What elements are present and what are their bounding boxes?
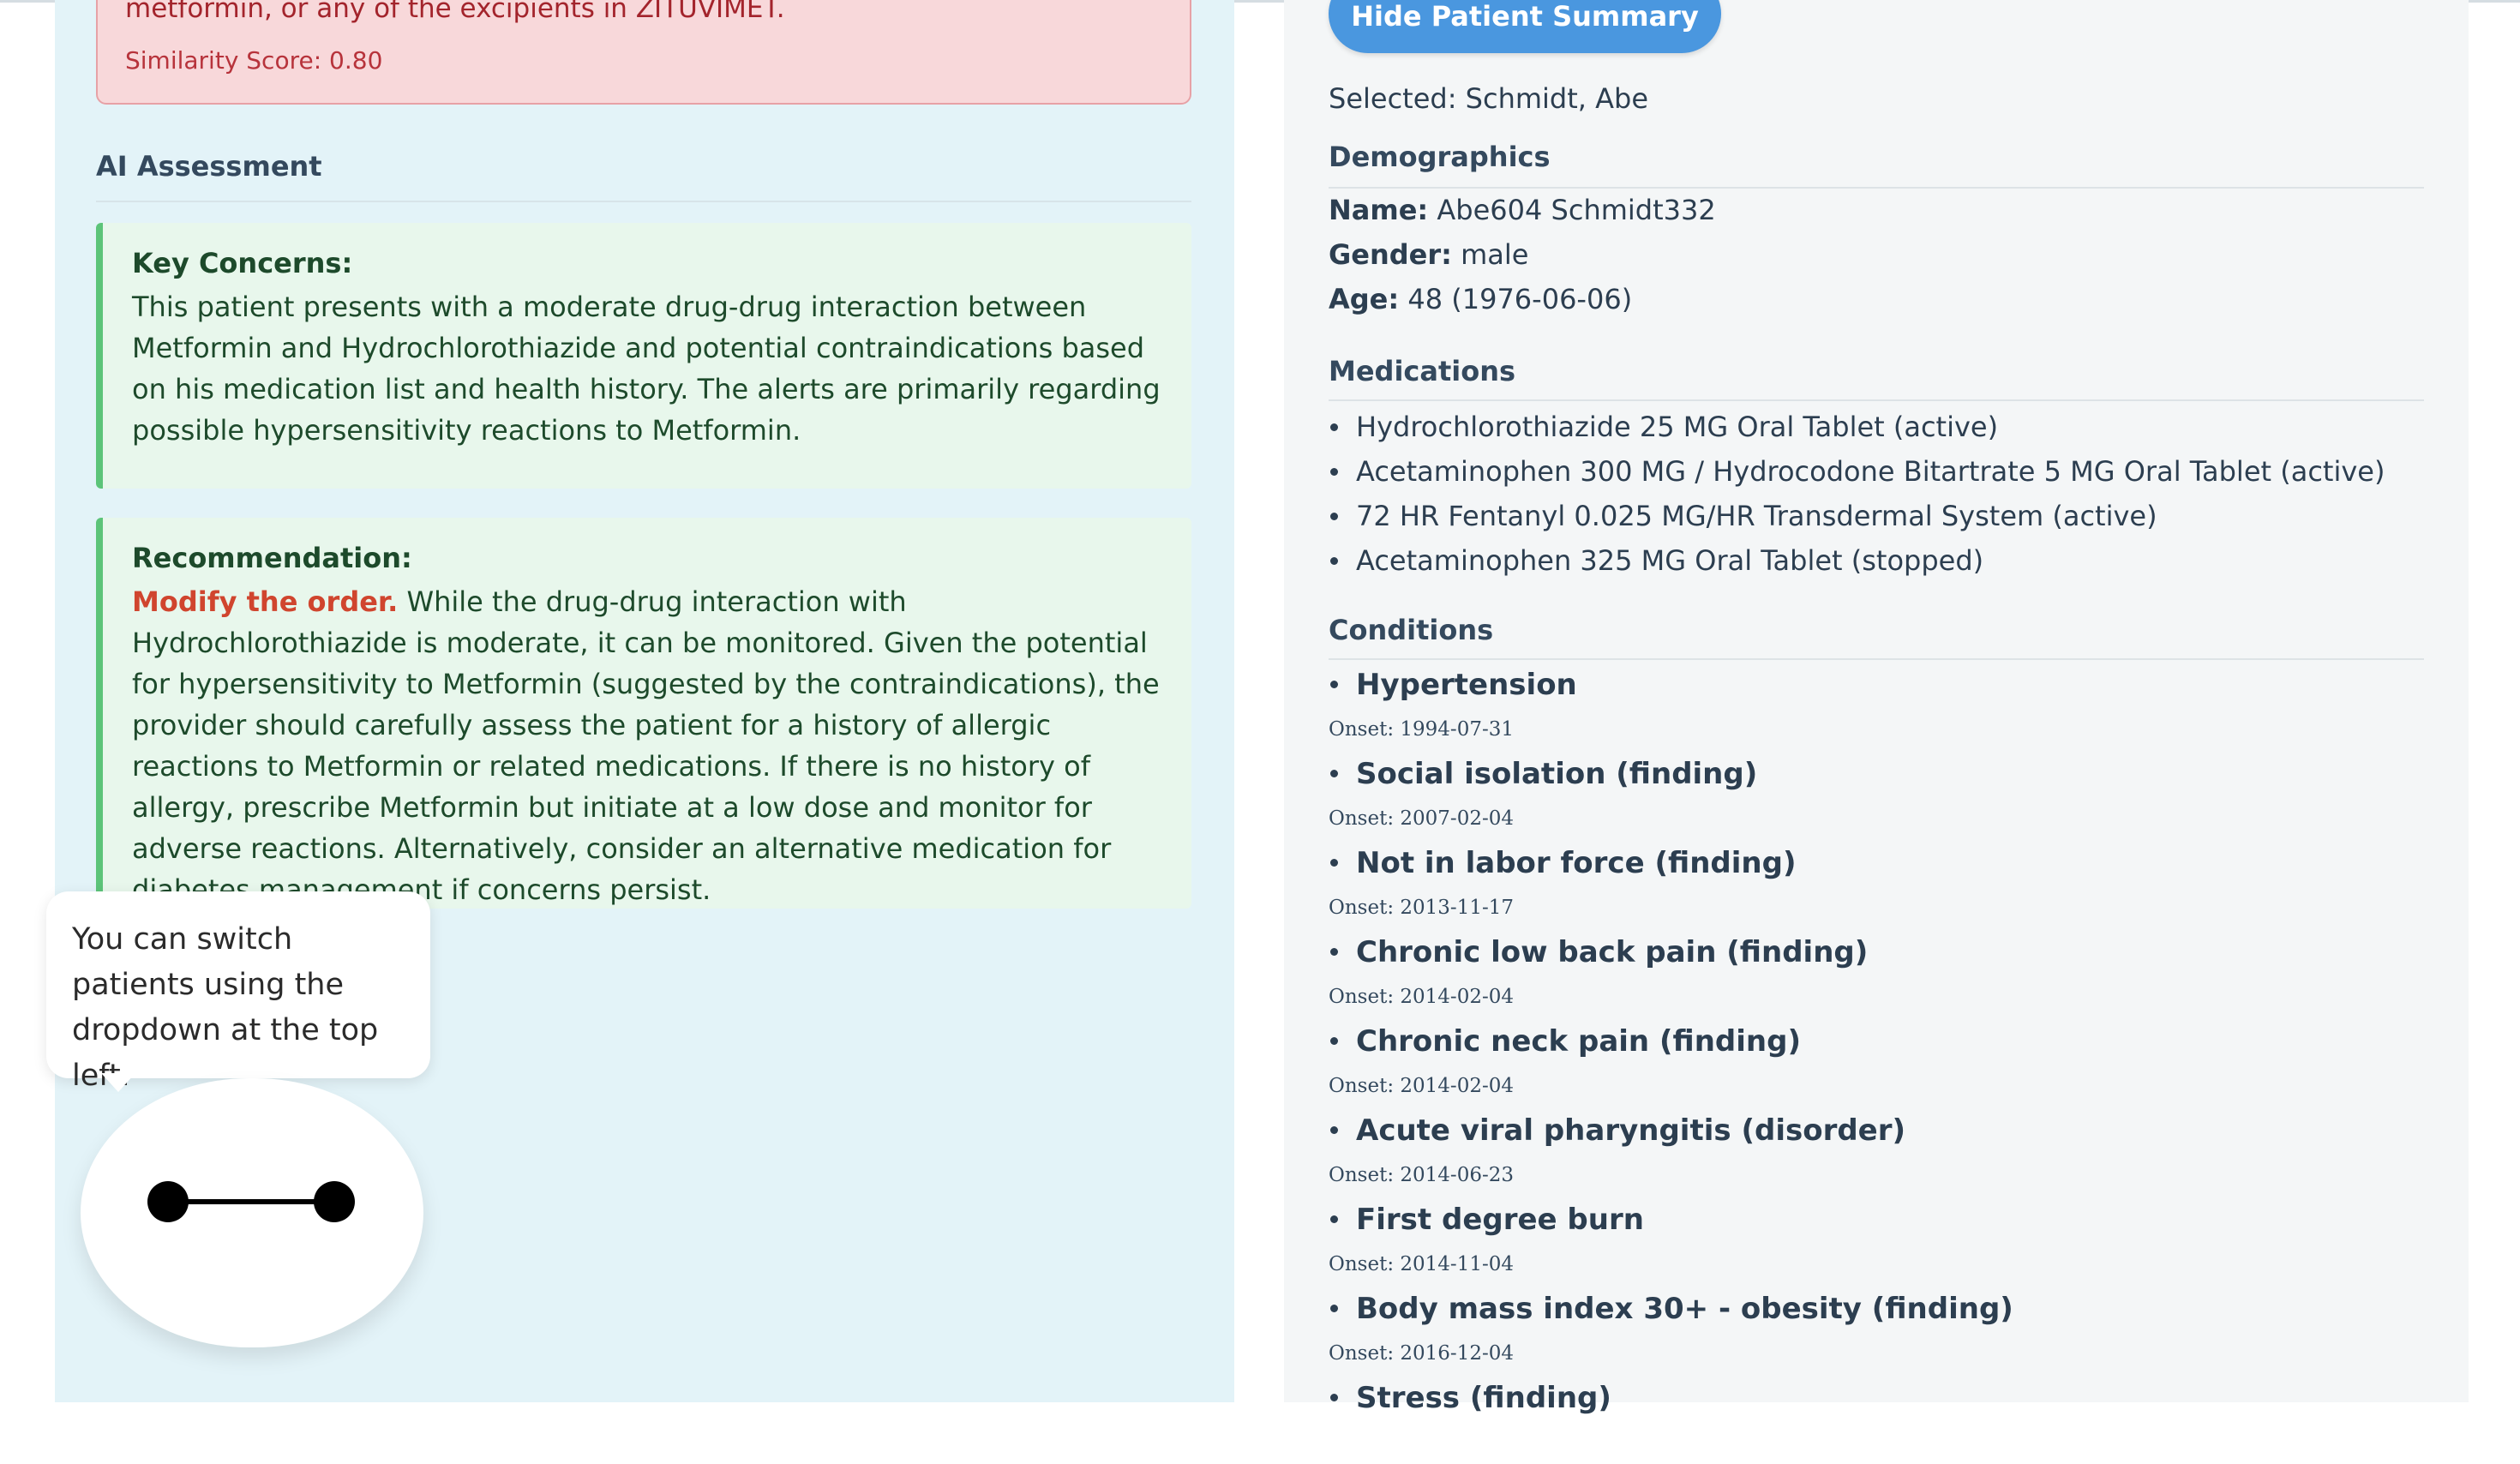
demographic-name: Name: Abe604 Schmidt332 [1329, 194, 1716, 226]
condition-item: Body mass index 30+ - obesity (finding) … [1329, 1286, 2013, 1375]
section-divider [96, 201, 1191, 202]
medications-divider [1329, 399, 2424, 401]
condition-name: First degree burn [1329, 1197, 2013, 1243]
condition-name: Not in labor force (finding) [1329, 840, 2013, 886]
condition-item: Chronic low back pain (finding) Onset: 2… [1329, 929, 2013, 1018]
condition-item: Not in labor force (finding) Onset: 2013… [1329, 840, 2013, 929]
assistant-tip-bubble: You can switch patients using the dropdo… [46, 891, 430, 1093]
condition-item: Stress (finding) [1329, 1375, 2013, 1464]
condition-name: Chronic neck pain (finding) [1329, 1018, 2013, 1065]
demographics-heading: Demographics [1329, 141, 1551, 173]
key-concerns-card: Key Concerns: This patient presents with… [96, 223, 1191, 489]
selected-patient: Selected: Schmidt, Abe [1329, 82, 1649, 115]
condition-onset [1329, 1421, 2013, 1464]
ai-assessment-title: AI Assessment [96, 150, 322, 183]
recommendation-emphasis: Modify the order. [132, 585, 399, 618]
recommendation-text: Modify the order. While the drug-drug in… [132, 581, 1162, 910]
condition-name: Body mass index 30+ - obesity (finding) [1329, 1286, 2013, 1332]
recommendation-body: While the drug-drug interaction with Hyd… [132, 585, 1160, 906]
assistant-face-icon [147, 1181, 355, 1222]
medication-item: Acetaminophen 325 MG Oral Tablet (stoppe… [1329, 538, 2385, 583]
similarity-score: Similarity Score: 0.80 [125, 46, 383, 75]
hide-patient-summary-button[interactable]: Hide Patient Summary [1329, 0, 1721, 53]
medications-heading: Medications [1329, 355, 1516, 387]
condition-onset: Onset: 2014-02-04 [1329, 986, 1514, 1008]
condition-item: Social isolation (finding) Onset: 2007-0… [1329, 751, 2013, 840]
patient-summary-panel: Hide Patient Summary Selected: Schmidt, … [1284, 0, 2469, 1415]
recommendation-card: Recommendation: Modify the order. While … [96, 518, 1191, 909]
condition-name: Acute viral pharyngitis (disorder) [1329, 1107, 2013, 1154]
medication-item: Hydrochlorothiazide 25 MG Oral Tablet (a… [1329, 405, 2385, 449]
key-concerns-text: This patient presents with a moderate dr… [132, 291, 1161, 447]
recommendation-heading: Recommendation: [132, 542, 412, 574]
condition-item: Hypertension Onset: 1994-07-31 [1329, 662, 2013, 751]
condition-list: Hypertension Onset: 1994-07-31 Social is… [1329, 662, 2013, 1464]
assistant-avatar[interactable] [81, 1078, 423, 1347]
condition-name: Chronic low back pain (finding) [1329, 929, 2013, 975]
medication-item: 72 HR Fentanyl 0.025 MG/HR Transdermal S… [1329, 494, 2385, 538]
condition-onset: Onset: 2014-11-04 [1329, 1253, 1514, 1275]
demographic-age: Age: 48 (1976-06-06) [1329, 283, 1633, 315]
condition-name: Social isolation (finding) [1329, 751, 2013, 797]
key-concerns-heading: Key Concerns: [132, 247, 353, 279]
medication-list: Hydrochlorothiazide 25 MG Oral Tablet (a… [1329, 405, 2385, 583]
condition-onset: Onset: 2013-11-17 [1329, 897, 1514, 919]
condition-onset: Onset: 2014-02-04 [1329, 1075, 1514, 1097]
condition-item: Acute viral pharyngitis (disorder) Onset… [1329, 1107, 2013, 1197]
condition-item: Chronic neck pain (finding) Onset: 2014-… [1329, 1018, 2013, 1107]
contraindication-alert: metformin, or any of the excipients in Z… [96, 0, 1191, 105]
demographic-gender: Gender: male [1329, 238, 1529, 271]
condition-name: Stress (finding) [1329, 1375, 2013, 1421]
condition-onset: Onset: 2007-02-04 [1329, 807, 1514, 830]
condition-onset: Onset: 1994-07-31 [1329, 718, 1514, 741]
condition-onset: Onset: 2014-06-23 [1329, 1164, 1514, 1186]
condition-name: Hypertension [1329, 662, 2013, 708]
conditions-heading: Conditions [1329, 614, 1494, 646]
demographics-divider [1329, 187, 2424, 189]
alert-text: metformin, or any of the excipients in Z… [125, 0, 785, 24]
medication-item: Acetaminophen 300 MG / Hydrocodone Bitar… [1329, 449, 2385, 494]
condition-onset: Onset: 2016-12-04 [1329, 1342, 1514, 1365]
conditions-divider [1329, 658, 2424, 660]
condition-item: First degree burn Onset: 2014-11-04 [1329, 1197, 2013, 1286]
